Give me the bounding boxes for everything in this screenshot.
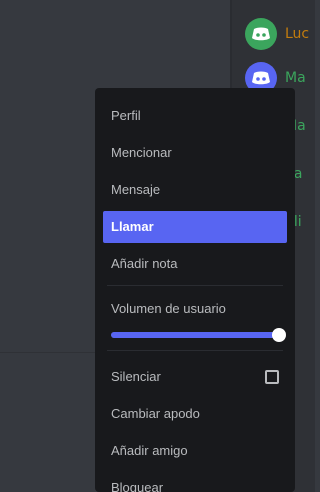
menu-item-add-friend[interactable]: Añadir amigo bbox=[103, 435, 287, 467]
app-root: Luc Ma Ma Sa Sli Perfil Mencionar Me bbox=[0, 0, 315, 492]
menu-item-block[interactable]: Bloquear bbox=[103, 472, 287, 492]
checkbox-icon[interactable] bbox=[265, 370, 279, 384]
menu-item-mention[interactable]: Mencionar bbox=[103, 137, 287, 169]
menu-item-call[interactable]: Llamar bbox=[103, 211, 287, 243]
menu-separator bbox=[107, 285, 283, 286]
avatar bbox=[245, 18, 277, 50]
menu-item-profile[interactable]: Perfil bbox=[103, 100, 287, 132]
member-name: Ma bbox=[285, 70, 306, 86]
menu-separator bbox=[107, 350, 283, 351]
menu-item-add-note[interactable]: Añadir nota bbox=[103, 248, 287, 280]
menu-item-label: Cambiar apodo bbox=[111, 406, 200, 421]
member-item[interactable]: Luc bbox=[245, 18, 309, 50]
menu-item-label: Añadir amigo bbox=[111, 443, 188, 458]
menu-item-change-nickname[interactable]: Cambiar apodo bbox=[103, 398, 287, 430]
menu-item-label: Bloquear bbox=[111, 480, 164, 492]
slider-handle[interactable] bbox=[272, 328, 286, 342]
discord-logo-icon bbox=[252, 27, 270, 41]
menu-item-label: Silenciar bbox=[111, 369, 161, 384]
menu-item-label: Mencionar bbox=[111, 145, 172, 160]
menu-item-mute[interactable]: Silenciar bbox=[103, 361, 287, 393]
slider-fill bbox=[111, 332, 279, 338]
menu-item-label: Mensaje bbox=[111, 182, 161, 197]
member-name: Luc bbox=[285, 26, 310, 42]
user-context-menu: Perfil Mencionar Mensaje Llamar Añadir n… bbox=[95, 88, 295, 492]
user-volume-label: Volumen de usuario bbox=[111, 301, 226, 316]
user-volume-slider[interactable] bbox=[111, 326, 286, 342]
menu-item-message[interactable]: Mensaje bbox=[103, 174, 287, 206]
menu-item-label: Llamar bbox=[111, 219, 154, 234]
menu-item-label: Perfil bbox=[111, 108, 141, 123]
user-volume-control: Volumen de usuario bbox=[103, 296, 287, 342]
discord-logo-icon bbox=[252, 71, 270, 85]
menu-item-label: Añadir nota bbox=[111, 256, 178, 271]
